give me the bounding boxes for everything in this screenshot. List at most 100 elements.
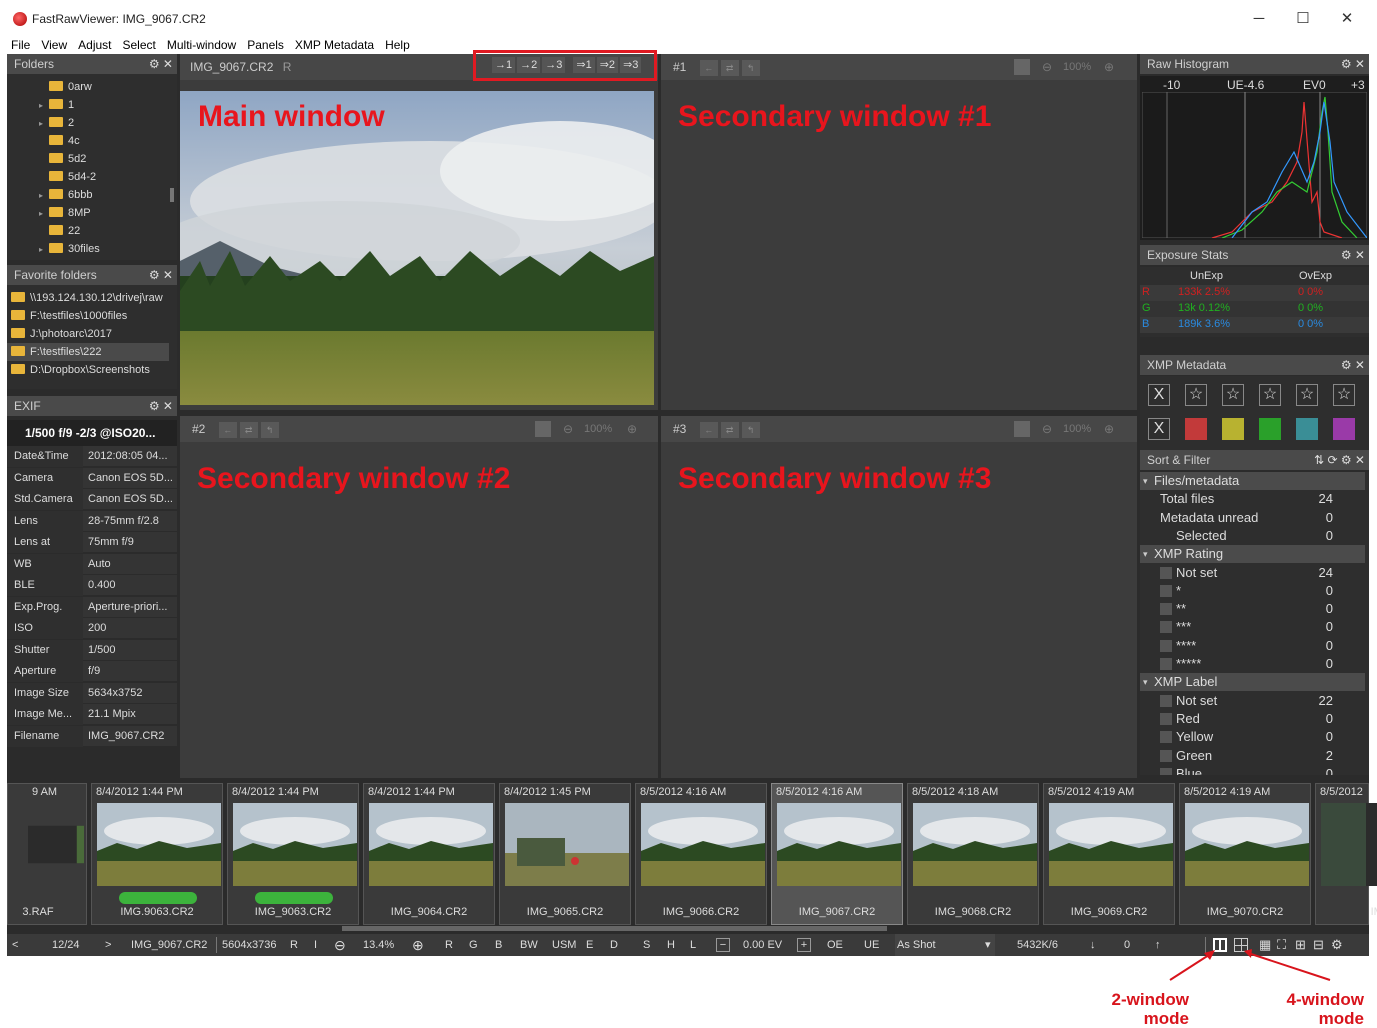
star-button[interactable]: ☆: [1296, 384, 1318, 406]
swap-icon[interactable]: ⇄: [239, 421, 258, 438]
filter-row[interactable]: * 0: [1140, 582, 1365, 600]
push-to-3-button[interactable]: →3: [542, 57, 566, 73]
menu-file[interactable]: File: [11, 36, 30, 54]
filmstrip-thumb[interactable]: 8/5/2012 4:18 AM IMG_9068.CR2: [907, 783, 1039, 925]
menu-help[interactable]: Help: [385, 36, 410, 54]
return-icon[interactable]: ↰: [260, 421, 279, 438]
color-label-button[interactable]: [1333, 418, 1355, 440]
zoom-in-icon[interactable]: ⊕: [1104, 54, 1114, 80]
filter-checkbox[interactable]: [1160, 712, 1172, 725]
reject-button[interactable]: X: [1148, 384, 1170, 406]
return-icon[interactable]: ↰: [741, 59, 760, 76]
favorite-item[interactable]: F:\testfiles\1000files: [11, 307, 127, 325]
dropdown-icon[interactable]: ▾: [985, 934, 991, 956]
favorite-item[interactable]: \\193.124.130.12\drivej\raw: [11, 289, 163, 307]
folder-item[interactable]: 0arw: [39, 78, 92, 96]
folder-item[interactable]: ▸ 2: [39, 114, 74, 132]
maximize-button[interactable]: ☐: [1281, 6, 1325, 32]
folder-item[interactable]: ▸ 6bbb: [39, 186, 92, 204]
panel-controls[interactable]: ⚙ ✕: [1341, 245, 1365, 265]
favorite-item[interactable]: D:\Dropbox\Screenshots: [11, 361, 150, 379]
filter-group[interactable]: ▾ Files/metadata: [1140, 472, 1365, 490]
filter-row[interactable]: Metadata unread 0: [1140, 509, 1365, 527]
secondary-window-2[interactable]: #2 ← ⇄ ↰ ⊖ 100% ⊕ Secondary window #2: [180, 416, 658, 778]
l-button[interactable]: L: [690, 934, 696, 956]
menu-view[interactable]: View: [41, 36, 67, 54]
scrollbar[interactable]: [170, 188, 174, 202]
secondary-window-1[interactable]: #1 ← ⇄ ↰ ⊖ 100% ⊕ Secondary window #1: [661, 54, 1137, 410]
menu-xmp-metadata[interactable]: XMP Metadata: [295, 36, 374, 54]
folder-item[interactable]: 22: [39, 222, 80, 240]
swap-icon[interactable]: ⇄: [720, 59, 739, 76]
filter-checkbox[interactable]: [1160, 658, 1172, 670]
filter-row[interactable]: Not set 22: [1140, 692, 1365, 710]
panel-controls[interactable]: ⇅ ⟳ ⚙ ✕: [1314, 450, 1365, 470]
filter-row[interactable]: Not set 24: [1140, 564, 1365, 582]
folder-item[interactable]: ▸ 8MP: [39, 204, 91, 222]
d-button[interactable]: D: [610, 934, 618, 956]
i-button[interactable]: I: [314, 934, 317, 956]
channel-r-button[interactable]: R: [445, 934, 453, 956]
folder-item[interactable]: 4c: [39, 132, 80, 150]
next-button[interactable]: >: [105, 934, 111, 956]
filmstrip-thumb[interactable]: 9 AM 3.RAF: [7, 783, 87, 925]
clear-label-button[interactable]: X: [1148, 418, 1170, 440]
push-to-2-button[interactable]: →2: [517, 57, 541, 73]
filter-checkbox[interactable]: [1160, 694, 1172, 707]
zoom-in-icon[interactable]: ⊕: [1104, 416, 1114, 442]
filmstrip-scrollbar[interactable]: [342, 926, 887, 931]
filter-row[interactable]: Yellow 0: [1140, 728, 1365, 746]
filter-checkbox[interactable]: [1160, 639, 1172, 652]
main-window[interactable]: IMG_9067.CR2 R →1 →2 →3 ⇒1 ⇒2 ⇒3 Main window: [180, 50, 658, 410]
panel-controls[interactable]: ⚙ ✕: [149, 54, 173, 74]
favorite-item[interactable]: J:\photoarc\2017: [11, 325, 112, 343]
panel-controls[interactable]: ⚙ ✕: [149, 396, 173, 416]
filter-group[interactable]: ▾ XMP Rating: [1140, 545, 1365, 564]
e-button[interactable]: E: [586, 934, 593, 956]
zoom-in-icon[interactable]: ⊕: [412, 934, 424, 956]
filter-row[interactable]: Selected 0: [1140, 527, 1365, 545]
filter-row[interactable]: Green 2: [1140, 747, 1365, 765]
back-icon[interactable]: ←: [699, 421, 718, 438]
filter-row[interactable]: Total files 24: [1140, 490, 1365, 508]
filter-checkbox[interactable]: [1160, 621, 1172, 634]
lock-icon[interactable]: [535, 421, 551, 437]
folder-item[interactable]: 5d2: [39, 150, 86, 168]
zoom-in-icon[interactable]: ⊕: [627, 416, 637, 442]
filter-row[interactable]: ** 0: [1140, 600, 1365, 618]
secondary-window-3[interactable]: #3 ← ⇄ ↰ ⊖ 100% ⊕ Secondary window #3: [661, 416, 1137, 778]
move-to-2-button[interactable]: ⇒2: [596, 57, 619, 73]
zoom-out-icon[interactable]: ⊖: [1042, 416, 1052, 442]
ev-plus-icon[interactable]: +: [797, 938, 811, 952]
folder-item[interactable]: ▸ 30files: [39, 240, 100, 258]
filter-checkbox[interactable]: [1160, 566, 1172, 579]
collapse-icon[interactable]: ▾: [1143, 545, 1148, 563]
ue-button[interactable]: UE: [864, 934, 879, 956]
star-button[interactable]: ☆: [1222, 384, 1244, 406]
s-button[interactable]: S: [643, 934, 650, 956]
minimize-button[interactable]: ─: [1237, 6, 1281, 32]
filter-checkbox[interactable]: [1160, 603, 1172, 616]
filmstrip-thumb[interactable]: 8/5/2012 IMG: [1315, 783, 1377, 925]
zoom-out-icon[interactable]: ⊖: [334, 934, 346, 956]
channel-b-button[interactable]: B: [495, 934, 502, 956]
filter-checkbox[interactable]: [1160, 731, 1172, 744]
collapse-icon[interactable]: ▾: [1143, 472, 1148, 490]
filmstrip-thumb[interactable]: 8/5/2012 4:16 AM IMG_9066.CR2: [635, 783, 767, 925]
filmstrip-thumb[interactable]: 8/4/2012 1:44 PM IMG_9063.CR2: [227, 783, 359, 925]
filter-row[interactable]: *** 0: [1140, 618, 1365, 636]
star-button[interactable]: ☆: [1259, 384, 1281, 406]
star-button[interactable]: ☆: [1333, 384, 1355, 406]
close-button[interactable]: ✕: [1325, 6, 1369, 32]
filter-row[interactable]: Red 0: [1140, 710, 1365, 728]
color-label-button[interactable]: [1296, 418, 1318, 440]
lock-icon[interactable]: [1014, 59, 1030, 75]
panel-controls[interactable]: ⚙ ✕: [1341, 54, 1365, 74]
oe-button[interactable]: OE: [827, 934, 843, 956]
filmstrip-thumb[interactable]: 8/5/2012 4:16 AM IMG_9067.CR2: [771, 783, 903, 925]
wb-select[interactable]: As Shot: [895, 934, 995, 956]
move-to-3-button[interactable]: ⇒3: [620, 57, 642, 73]
color-label-button[interactable]: [1259, 418, 1281, 440]
filter-checkbox[interactable]: [1160, 767, 1172, 775]
folder-item[interactable]: ▸ 1: [39, 96, 74, 114]
